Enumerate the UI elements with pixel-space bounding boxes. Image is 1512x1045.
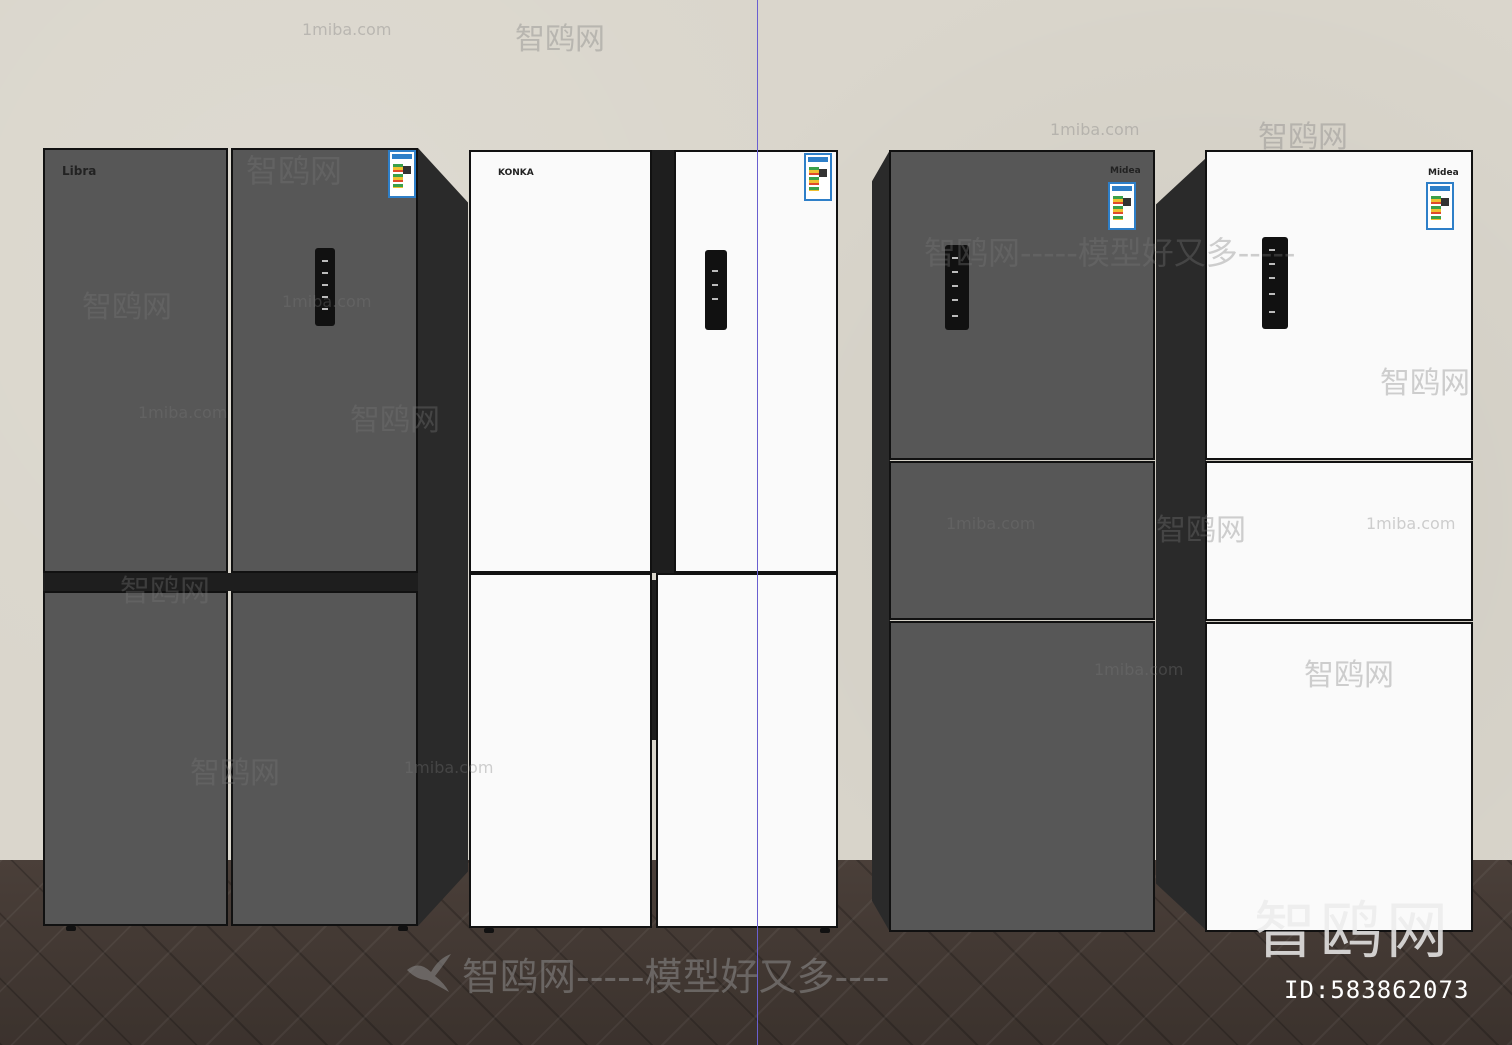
control-panel-display (315, 248, 335, 326)
fridge-1-side (418, 148, 468, 926)
fridge-3-side (872, 150, 890, 932)
fridge-1-foot (66, 926, 76, 931)
watermark-name: 智鸥网 (246, 152, 343, 190)
fridge-2-foot (484, 928, 494, 933)
watermark-site: 1miba.com (138, 403, 228, 422)
fridge-2-door-top-right (674, 150, 838, 573)
axis-guide-line (757, 0, 758, 1045)
fridge-2-door-bottom-right (656, 573, 838, 928)
fridge-2-brand: KONKA (498, 168, 534, 178)
fridge-2-center-gap (652, 150, 674, 573)
fridge-4-brand: Midea (1428, 168, 1459, 178)
watermark-name: 智鸥网 (350, 403, 440, 438)
fridge-1-brand: Libra (62, 164, 97, 178)
watermark-name: 智鸥网 (515, 22, 605, 57)
watermark-site: 1miba.com (404, 758, 494, 777)
watermark-name: 智鸥网 (1156, 513, 1246, 548)
bottom-logo-text: 智鸥网 (1254, 894, 1453, 967)
watermark-name: 智鸥网 (82, 290, 172, 325)
fridge-3-drawer-middle (889, 461, 1155, 620)
energy-label-icon (804, 153, 832, 201)
fridge-1-door-top-right (231, 148, 418, 573)
bird-logo-icon (407, 954, 451, 992)
watermark-name: 智鸥网 (1304, 658, 1394, 693)
energy-label-icon (1426, 182, 1454, 230)
watermark-site: 1miba.com (282, 292, 372, 311)
control-panel-display (705, 250, 727, 330)
watermark-name: 智鸥网 (190, 756, 280, 791)
fridge-3-brand: Midea (1110, 166, 1141, 176)
watermark-site: 1miba.com (1366, 514, 1456, 533)
watermark-site: 1miba.com (1094, 660, 1184, 679)
model-id: ID:583862073 (1284, 976, 1470, 1004)
watermark-name: 智鸥网 (1380, 366, 1470, 401)
fridge-2-foot (820, 928, 830, 933)
watermark-site: 1miba.com (1050, 120, 1140, 139)
fridge-1-foot (398, 926, 408, 931)
watermark-slogan: 智鸥网-----模型好又多----- (924, 234, 1296, 272)
fridge-2-door-bottom-left (469, 573, 652, 928)
watermark-slogan: 智鸥网-----模型好又多---- (462, 955, 890, 999)
watermark-site: 1miba.com (946, 514, 1036, 533)
watermark-site: 1miba.com (302, 20, 392, 39)
fridge-2-door-top-left (469, 150, 652, 573)
energy-label-icon (388, 150, 416, 198)
watermark-name: 智鸥网 (1258, 120, 1348, 155)
fridge-1-door-top-left (43, 148, 228, 573)
energy-label-icon (1108, 182, 1136, 230)
model-preview-scene: Libra KONKA Midea Midea 1miba.com 智鸥网 1m… (0, 0, 1512, 1045)
watermark-name: 智鸥网 (120, 574, 210, 609)
fridge-1-middle-strip (43, 573, 418, 591)
